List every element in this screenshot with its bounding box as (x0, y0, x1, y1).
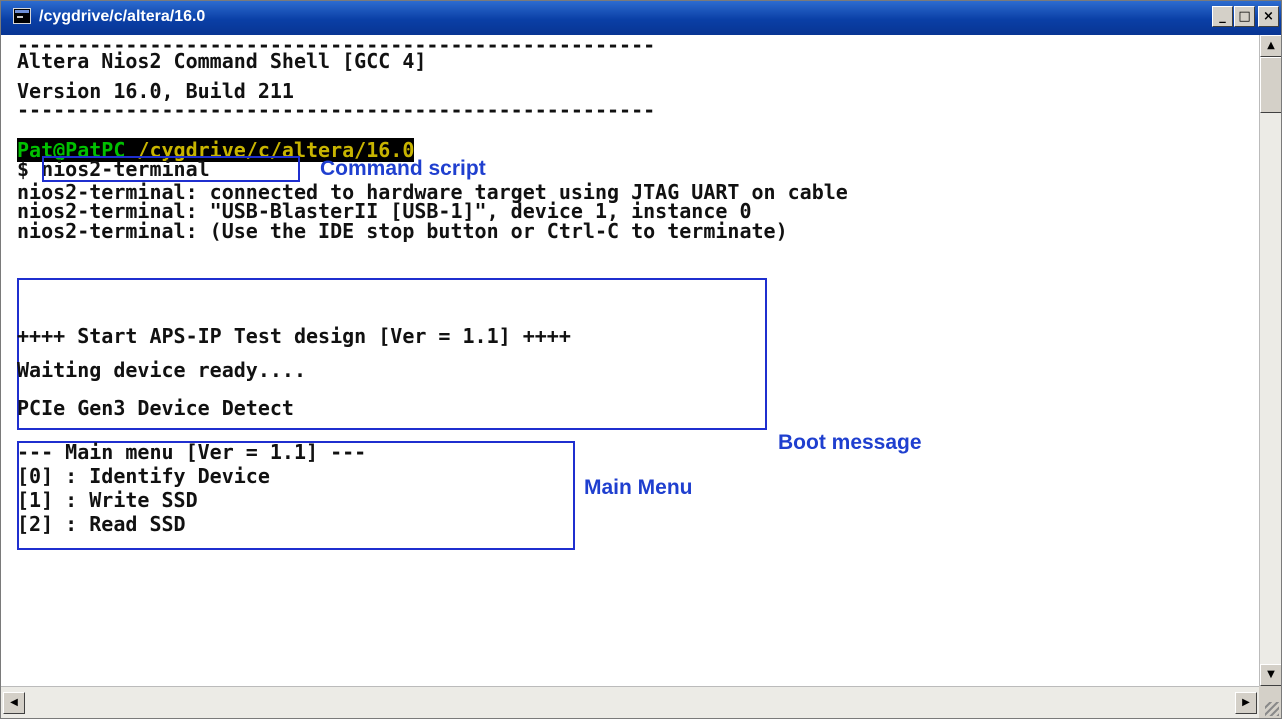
main-menu-label: Main Menu (584, 476, 693, 499)
boot-line-3: PCIe Gen3 Device Detect (17, 396, 294, 420)
menu-item-read: [2] : Read SSD (17, 512, 186, 536)
terminal-icon[interactable] (13, 8, 31, 24)
separator-bottom: ----------------------------------------… (17, 98, 656, 122)
arrow-down-icon[interactable]: ▼ (1260, 664, 1281, 686)
boot-message-label: Boot message (778, 431, 922, 454)
arrow-left-icon[interactable]: ◀ (3, 692, 25, 714)
menu-item-identify: [0] : Identify Device (17, 464, 270, 488)
banner-title: Altera Nios2 Command Shell [GCC 4] (17, 49, 427, 73)
menu-header: --- Main menu [Ver = 1.1] --- (17, 440, 367, 464)
menu-item-write: [1] : Write SSD (17, 488, 198, 512)
horizontal-scrollbar[interactable]: ◀ ▶ (1, 686, 1259, 718)
minimize-button[interactable]: _ (1212, 6, 1233, 27)
maximize-button[interactable]: □ (1234, 6, 1255, 27)
vertical-scrollbar[interactable]: ▲ ▼ (1259, 35, 1281, 686)
console-area[interactable]: ----------------------------------------… (1, 35, 1259, 686)
title-bar[interactable]: /cygdrive/c/altera/16.0 _ □ × (1, 1, 1281, 35)
close-button[interactable]: × (1258, 6, 1279, 27)
arrow-right-icon[interactable]: ▶ (1235, 692, 1257, 714)
arrow-up-icon[interactable]: ▲ (1260, 35, 1281, 57)
boot-line-1: ++++ Start APS-IP Test design [Ver = 1.1… (17, 324, 571, 348)
window-title: /cygdrive/c/altera/16.0 (39, 8, 206, 25)
prompt-symbol: $ (17, 157, 42, 181)
vertical-scroll-thumb[interactable] (1260, 57, 1281, 113)
terminal-window: /cygdrive/c/altera/16.0 _ □ × ----------… (0, 0, 1282, 719)
command-script-label: Command script (320, 157, 486, 180)
output-line-3: nios2-terminal: (Use the IDE stop button… (17, 219, 788, 243)
boot-line-2: Waiting device ready.... (17, 358, 306, 382)
command-script-box (42, 156, 300, 182)
resize-grip-icon[interactable] (1259, 686, 1281, 718)
